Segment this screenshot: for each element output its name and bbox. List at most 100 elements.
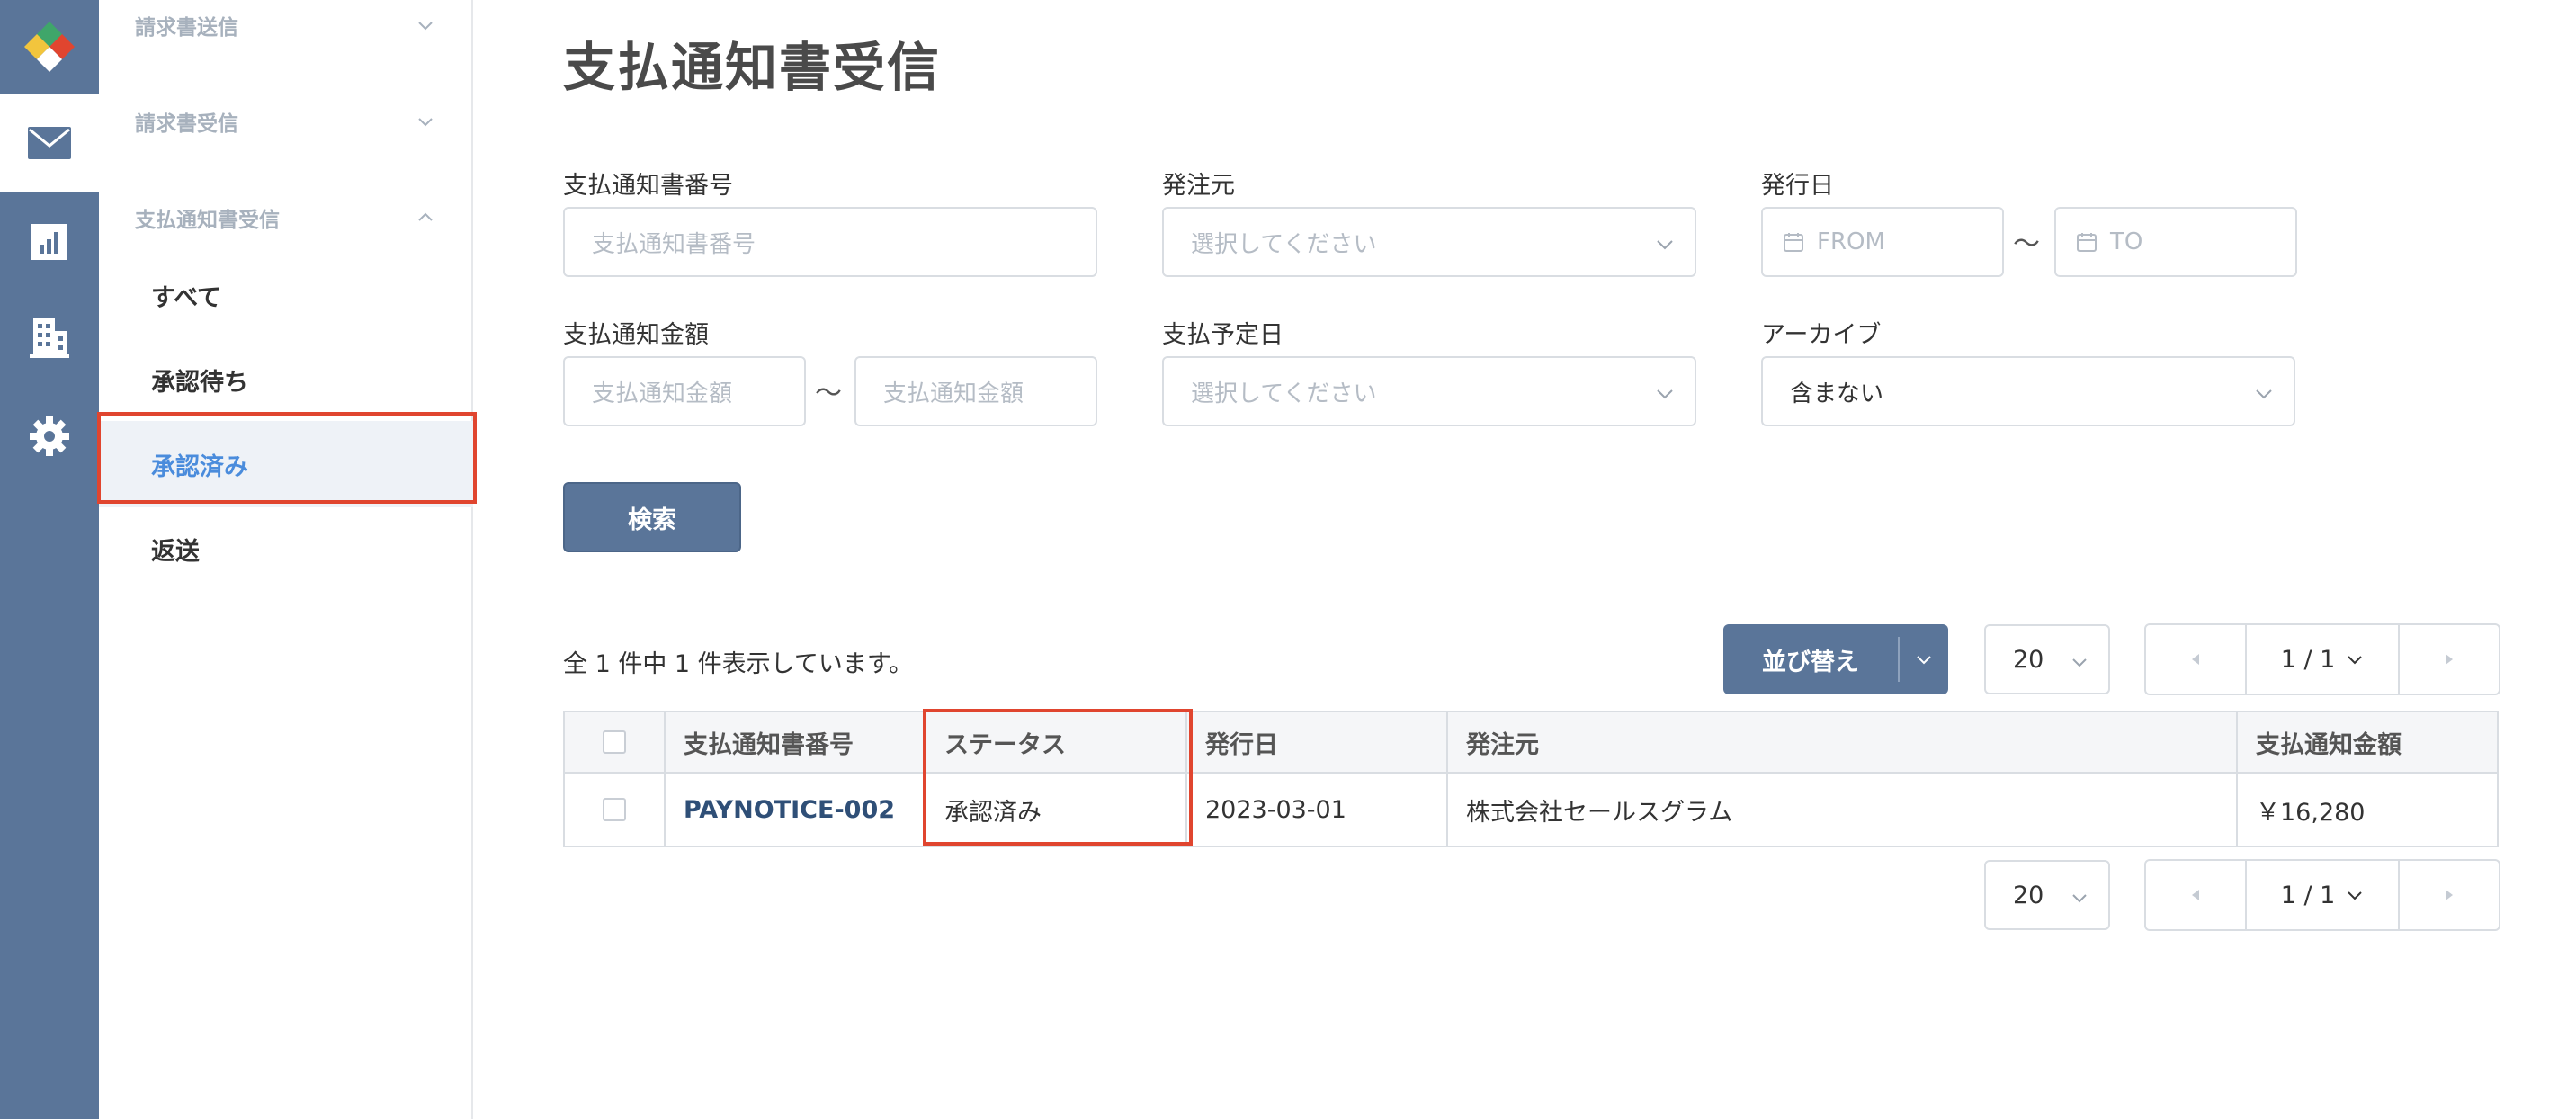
sort-dropdown-toggle[interactable]	[1900, 649, 1948, 669]
nav-item-returned[interactable]: 返送	[99, 506, 473, 592]
number-input[interactable]: 支払通知書番号	[563, 207, 1097, 277]
amount-from-placeholder: 支払通知金額	[592, 380, 733, 407]
amount-to-input[interactable]: 支払通知金額	[854, 356, 1097, 426]
nav-item-label: すべて	[151, 283, 222, 312]
chevron-down-icon	[1657, 389, 1673, 399]
table-row[interactable]: PAYNOTICE-002 承認済み 2023-03-01 株式会社セールスグラ…	[565, 774, 2497, 846]
nav-item-label: 返送	[151, 537, 200, 566]
due-date-select[interactable]: 選択してください	[1162, 356, 1696, 426]
mail-icon	[28, 127, 71, 159]
page-indicator: 1 / 1	[2280, 645, 2336, 674]
archive-label: アーカイブ	[1761, 321, 1882, 349]
cell-number: PAYNOTICE-002	[666, 774, 926, 846]
chevron-down-icon	[418, 118, 433, 127]
page-title: 支払通知書受信	[563, 37, 942, 98]
results-table: 支払通知書番号 ステータス 発行日 発注元 支払通知金額 PAYNOTICE-0…	[563, 711, 2499, 847]
chevron-down-icon	[1917, 656, 1931, 665]
per-page-select-top[interactable]: 20	[1984, 624, 2110, 694]
nav-group-label: 請求書受信	[135, 112, 238, 136]
sort-button[interactable]: 並び替え	[1723, 624, 1948, 694]
due-date-label: 支払予定日	[1162, 321, 1284, 349]
column-header-issue-date[interactable]: 発行日	[1187, 712, 1448, 772]
cell-amount: ￥16,280	[2256, 798, 2366, 827]
row-checkbox[interactable]	[603, 798, 626, 821]
page-select[interactable]: 1 / 1	[2245, 861, 2400, 929]
amount-from-input[interactable]: 支払通知金額	[563, 356, 806, 426]
sort-button-label: 並び替え	[1762, 648, 1859, 676]
nav-item-all[interactable]: すべて	[99, 252, 473, 338]
logo-icon	[24, 22, 75, 72]
page-select[interactable]: 1 / 1	[2245, 625, 2400, 694]
result-count: 全 1 件中 1 件表示しています。	[563, 650, 914, 678]
caret-right-icon	[2446, 890, 2453, 900]
chevron-down-icon	[2072, 894, 2087, 903]
nav-item-approved[interactable]: 承認済み	[99, 421, 473, 507]
per-page-value: 20	[2013, 881, 2044, 909]
amount-range-separator: 〜	[815, 378, 842, 409]
amount-label: 支払通知金額	[563, 321, 709, 349]
archive-select[interactable]: 含まない	[1761, 356, 2295, 426]
building-icon	[30, 318, 69, 358]
issue-date-to-input[interactable]: TO	[2054, 207, 2297, 277]
rail-item-mail[interactable]	[0, 94, 99, 192]
icon-rail	[0, 0, 99, 1119]
nav-group-label: 支払通知書受信	[135, 209, 280, 232]
app-logo[interactable]	[0, 0, 99, 94]
prev-page-button[interactable]	[2146, 625, 2245, 694]
issue-date-label: 発行日	[1761, 172, 1834, 200]
date-from-placeholder: FROM	[1817, 228, 1885, 255]
per-page-value: 20	[2013, 645, 2044, 674]
number-label: 支払通知書番号	[563, 172, 733, 200]
orderer-select[interactable]: 選択してください	[1162, 207, 1696, 277]
rail-item-company[interactable]	[0, 288, 99, 387]
pagination-bottom: 1 / 1	[2144, 859, 2500, 931]
chevron-up-icon	[418, 212, 433, 221]
nav-group-label: 請求書送信	[135, 16, 238, 40]
column-header-amount[interactable]: 支払通知金額	[2238, 712, 2497, 772]
nav-item-label: 承認済み	[151, 452, 248, 481]
date-to-placeholder: TO	[2110, 228, 2143, 255]
page-indicator: 1 / 1	[2280, 881, 2336, 909]
select-all-checkbox[interactable]	[603, 730, 626, 754]
caret-left-icon	[2192, 654, 2199, 665]
prev-page-button[interactable]	[2146, 861, 2245, 929]
date-range-separator: 〜	[2013, 228, 2040, 260]
nav-group-invoice-receive[interactable]: 請求書受信	[135, 103, 435, 139]
search-button[interactable]: 検索	[563, 482, 741, 552]
column-header-status[interactable]: ステータス	[926, 712, 1187, 772]
table-header-row: 支払通知書番号 ステータス 発行日 発注元 支払通知金額	[565, 712, 2497, 774]
issue-date-from-input[interactable]: FROM	[1761, 207, 2004, 277]
rail-item-reports[interactable]	[0, 192, 99, 291]
caret-left-icon	[2192, 890, 2199, 900]
sub-navigation: 請求書送信 請求書受信 支払通知書受信 すべて 承認待ち 承認済み 返送	[99, 0, 473, 1119]
chevron-down-icon	[1657, 240, 1673, 250]
cell-issue-date: 2023-03-01	[1187, 774, 1448, 846]
amount-to-placeholder: 支払通知金額	[883, 380, 1024, 407]
row-checkbox-cell	[565, 774, 666, 846]
nav-group-invoice-send[interactable]: 請求書送信	[135, 7, 435, 43]
nav-item-label: 承認待ち	[151, 368, 248, 397]
per-page-select-bottom[interactable]: 20	[1984, 860, 2110, 930]
archive-value: 含まない	[1790, 380, 1884, 407]
payment-notice-link[interactable]: PAYNOTICE-002	[684, 796, 895, 824]
chevron-down-icon	[418, 22, 433, 31]
number-placeholder: 支払通知書番号	[592, 230, 756, 258]
next-page-button[interactable]	[2400, 625, 2499, 694]
orderer-placeholder: 選択してください	[1191, 230, 1377, 258]
rail-item-settings[interactable]	[0, 387, 99, 486]
column-header-orderer[interactable]: 発注元	[1448, 712, 2238, 772]
pagination-top: 1 / 1	[2144, 623, 2500, 695]
header-checkbox-cell	[565, 712, 666, 772]
caret-right-icon	[2446, 654, 2453, 665]
cell-status: 承認済み	[926, 774, 1187, 846]
chevron-down-icon	[2348, 891, 2363, 900]
next-page-button[interactable]	[2400, 861, 2499, 929]
nav-group-payment-notice-receive[interactable]: 支払通知書受信	[135, 200, 435, 236]
calendar-icon	[1784, 233, 1803, 252]
cell-orderer: 株式会社セールスグラム	[1448, 774, 2238, 846]
nav-item-pending-approval[interactable]: 承認待ち	[99, 336, 473, 423]
calendar-icon	[2077, 233, 2097, 252]
main-content: 支払通知書受信 支払通知書番号 支払通知書番号 発注元 選択してください 発行日…	[473, 0, 2576, 1119]
column-header-number[interactable]: 支払通知書番号	[666, 712, 926, 772]
chart-icon	[31, 224, 67, 260]
